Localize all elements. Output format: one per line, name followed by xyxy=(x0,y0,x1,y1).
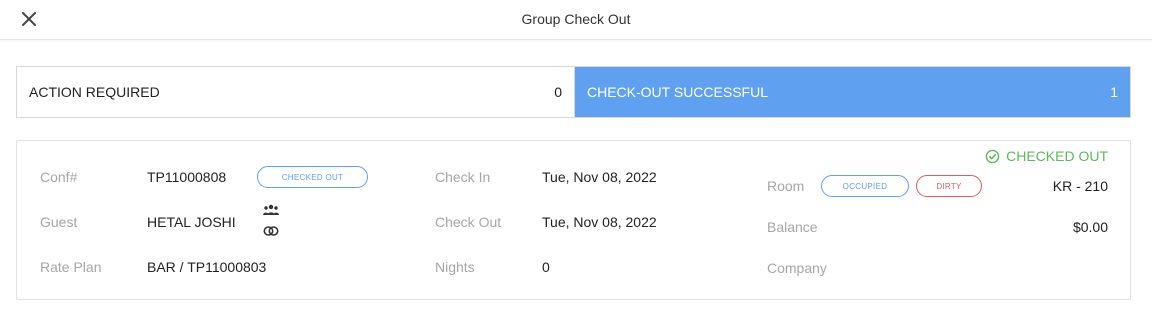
check-out-value: Tue, Nov 08, 2022 xyxy=(542,214,657,230)
tab-label: ACTION REQUIRED xyxy=(29,84,160,100)
guest-label: Guest xyxy=(40,214,78,230)
conf-value: TP11000808 xyxy=(147,169,227,185)
nights-label: Nights xyxy=(435,259,475,275)
top-bar: Group Check Out xyxy=(0,0,1152,40)
checked-out-status: CHECKED OUT xyxy=(985,148,1108,164)
balance-label: Balance xyxy=(767,219,818,235)
tab-label: CHECK-OUT SUCCESSFUL xyxy=(587,84,768,100)
rate-plan-label: Rate Plan xyxy=(40,259,102,275)
status-badge-occupied: OCCUPIED xyxy=(821,175,909,197)
check-in-value: Tue, Nov 08, 2022 xyxy=(542,169,657,185)
rate-plan-value: BAR / TP11000803 xyxy=(147,259,267,275)
status-badge-dirty: DIRTY xyxy=(916,175,982,197)
conf-label: Conf# xyxy=(40,169,78,185)
guest-value[interactable]: HETAL JOSHI xyxy=(147,214,236,230)
balance-value: $0.00 xyxy=(1072,219,1108,235)
room-value: KR - 210 xyxy=(1052,178,1108,194)
room-label: Room xyxy=(767,178,805,194)
status-badge-checked-out: CHECKED OUT xyxy=(257,166,368,188)
page-title: Group Check Out xyxy=(521,11,631,27)
link-icon[interactable] xyxy=(262,224,280,238)
company-label: Company xyxy=(767,260,827,276)
status-tabs: ACTION REQUIRED 0 CHECK-OUT SUCCESSFUL 1 xyxy=(16,66,1131,118)
nights-value: 0 xyxy=(542,259,550,275)
tab-action-required[interactable]: ACTION REQUIRED 0 xyxy=(17,67,575,117)
tab-count: 0 xyxy=(554,84,562,100)
check-in-label: Check In xyxy=(435,169,491,185)
tab-count: 1 xyxy=(1110,84,1118,100)
check-out-label: Check Out xyxy=(435,214,502,230)
status-text: CHECKED OUT xyxy=(1006,148,1108,164)
reservation-card[interactable]: CHECKED OUT Conf# TP11000808 CHECKED OUT… xyxy=(16,140,1131,300)
check-circle-icon xyxy=(985,149,1000,164)
tab-check-out-successful[interactable]: CHECK-OUT SUCCESSFUL 1 xyxy=(575,67,1130,117)
group-icon[interactable] xyxy=(262,203,280,217)
